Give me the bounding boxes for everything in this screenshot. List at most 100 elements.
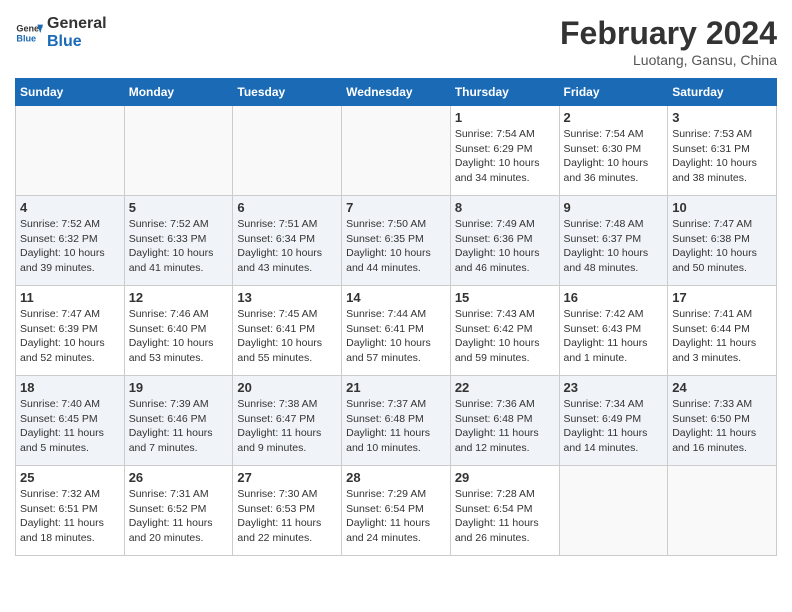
day-number: 15 (455, 290, 555, 305)
day-info: Sunrise: 7:31 AM Sunset: 6:52 PM Dayligh… (129, 487, 229, 546)
day-number: 4 (20, 200, 120, 215)
calendar-table: SundayMondayTuesdayWednesdayThursdayFrid… (15, 78, 777, 556)
calendar-cell: 4 Sunrise: 7:52 AM Sunset: 6:32 PM Daylig… (16, 196, 125, 286)
location: Luotang, Gansu, China (560, 52, 777, 68)
day-info: Sunrise: 7:53 AM Sunset: 6:31 PM Dayligh… (672, 127, 772, 186)
day-header-tuesday: Tuesday (233, 79, 342, 106)
day-header-thursday: Thursday (450, 79, 559, 106)
calendar-cell: 19 Sunrise: 7:39 AM Sunset: 6:46 PM Dayli… (124, 376, 233, 466)
calendar-header-row: SundayMondayTuesdayWednesdayThursdayFrid… (16, 79, 777, 106)
day-number: 28 (346, 470, 446, 485)
day-info: Sunrise: 7:41 AM Sunset: 6:44 PM Dayligh… (672, 307, 772, 366)
day-number: 5 (129, 200, 229, 215)
day-info: Sunrise: 7:46 AM Sunset: 6:40 PM Dayligh… (129, 307, 229, 366)
day-info: Sunrise: 7:51 AM Sunset: 6:34 PM Dayligh… (237, 217, 337, 276)
calendar-cell: 28 Sunrise: 7:29 AM Sunset: 6:54 PM Dayli… (342, 466, 451, 556)
calendar-cell: 2 Sunrise: 7:54 AM Sunset: 6:30 PM Daylig… (559, 106, 668, 196)
logo: General Blue General Blue (15, 15, 107, 50)
day-info: Sunrise: 7:44 AM Sunset: 6:41 PM Dayligh… (346, 307, 446, 366)
day-info: Sunrise: 7:29 AM Sunset: 6:54 PM Dayligh… (346, 487, 446, 546)
day-info: Sunrise: 7:52 AM Sunset: 6:32 PM Dayligh… (20, 217, 120, 276)
day-number: 11 (20, 290, 120, 305)
calendar-cell: 13Sunrise: 7:45 AM Sunset: 6:41 PM Dayli… (233, 286, 342, 376)
day-info: Sunrise: 7:32 AM Sunset: 6:51 PM Dayligh… (20, 487, 120, 546)
day-info: Sunrise: 7:48 AM Sunset: 6:37 PM Dayligh… (564, 217, 664, 276)
day-info: Sunrise: 7:54 AM Sunset: 6:30 PM Dayligh… (564, 127, 664, 186)
day-number: 8 (455, 200, 555, 215)
calendar-cell (124, 106, 233, 196)
calendar-cell: 23 Sunrise: 7:34 AM Sunset: 6:49 PM Dayli… (559, 376, 668, 466)
calendar-cell: 16 Sunrise: 7:42 AM Sunset: 6:43 PM Dayli… (559, 286, 668, 376)
day-number: 27 (237, 470, 337, 485)
calendar-cell (559, 466, 668, 556)
day-header-friday: Friday (559, 79, 668, 106)
page-header: General Blue General Blue February 2024 … (15, 15, 777, 68)
day-info: Sunrise: 7:54 AM Sunset: 6:29 PM Dayligh… (455, 127, 555, 186)
day-info: Sunrise: 7:52 AM Sunset: 6:33 PM Dayligh… (129, 217, 229, 276)
day-number: 22 (455, 380, 555, 395)
day-number: 17 (672, 290, 772, 305)
calendar-cell: 7 Sunrise: 7:50 AM Sunset: 6:35 PM Daylig… (342, 196, 451, 286)
calendar-week-1: 1Sunrise: 7:54 AM Sunset: 6:29 PM Daylig… (16, 106, 777, 196)
calendar-cell: 29Sunrise: 7:28 AM Sunset: 6:54 PM Dayli… (450, 466, 559, 556)
calendar-cell (233, 106, 342, 196)
day-number: 26 (129, 470, 229, 485)
calendar-cell: 20 Sunrise: 7:38 AM Sunset: 6:47 PM Dayli… (233, 376, 342, 466)
day-number: 13 (237, 290, 337, 305)
day-info: Sunrise: 7:40 AM Sunset: 6:45 PM Dayligh… (20, 397, 120, 456)
calendar-cell: 17 Sunrise: 7:41 AM Sunset: 6:44 PM Dayli… (668, 286, 777, 376)
day-number: 10 (672, 200, 772, 215)
calendar-week-3: 11 Sunrise: 7:47 AM Sunset: 6:39 PM Dayli… (16, 286, 777, 376)
day-number: 19 (129, 380, 229, 395)
calendar-cell: 25 Sunrise: 7:32 AM Sunset: 6:51 PM Dayli… (16, 466, 125, 556)
day-number: 9 (564, 200, 664, 215)
day-number: 29 (455, 470, 555, 485)
calendar-cell (16, 106, 125, 196)
logo-blue: Blue (47, 33, 107, 51)
day-number: 24 (672, 380, 772, 395)
logo-icon: General Blue (15, 19, 43, 47)
day-number: 23 (564, 380, 664, 395)
calendar-cell: 26 Sunrise: 7:31 AM Sunset: 6:52 PM Dayli… (124, 466, 233, 556)
day-info: Sunrise: 7:39 AM Sunset: 6:46 PM Dayligh… (129, 397, 229, 456)
calendar-cell: 18 Sunrise: 7:40 AM Sunset: 6:45 PM Dayli… (16, 376, 125, 466)
calendar-cell: 8 Sunrise: 7:49 AM Sunset: 6:36 PM Daylig… (450, 196, 559, 286)
calendar-cell: 3 Sunrise: 7:53 AM Sunset: 6:31 PM Daylig… (668, 106, 777, 196)
title-block: February 2024 Luotang, Gansu, China (560, 15, 777, 68)
calendar-cell: 10 Sunrise: 7:47 AM Sunset: 6:38 PM Dayli… (668, 196, 777, 286)
day-number: 7 (346, 200, 446, 215)
day-info: Sunrise: 7:34 AM Sunset: 6:49 PM Dayligh… (564, 397, 664, 456)
day-number: 14 (346, 290, 446, 305)
calendar-cell: 5 Sunrise: 7:52 AM Sunset: 6:33 PM Daylig… (124, 196, 233, 286)
calendar-week-4: 18 Sunrise: 7:40 AM Sunset: 6:45 PM Dayli… (16, 376, 777, 466)
day-number: 18 (20, 380, 120, 395)
day-number: 25 (20, 470, 120, 485)
calendar-cell: 1Sunrise: 7:54 AM Sunset: 6:29 PM Daylig… (450, 106, 559, 196)
day-info: Sunrise: 7:30 AM Sunset: 6:53 PM Dayligh… (237, 487, 337, 546)
day-number: 3 (672, 110, 772, 125)
calendar-cell: 9 Sunrise: 7:48 AM Sunset: 6:37 PM Daylig… (559, 196, 668, 286)
day-info: Sunrise: 7:33 AM Sunset: 6:50 PM Dayligh… (672, 397, 772, 456)
month-title: February 2024 (560, 15, 777, 52)
calendar-cell: 12 Sunrise: 7:46 AM Sunset: 6:40 PM Dayli… (124, 286, 233, 376)
calendar-cell: 27 Sunrise: 7:30 AM Sunset: 6:53 PM Dayli… (233, 466, 342, 556)
calendar-week-2: 4 Sunrise: 7:52 AM Sunset: 6:32 PM Daylig… (16, 196, 777, 286)
day-info: Sunrise: 7:47 AM Sunset: 6:38 PM Dayligh… (672, 217, 772, 276)
calendar-cell: 6Sunrise: 7:51 AM Sunset: 6:34 PM Daylig… (233, 196, 342, 286)
calendar-cell: 11 Sunrise: 7:47 AM Sunset: 6:39 PM Dayli… (16, 286, 125, 376)
day-info: Sunrise: 7:49 AM Sunset: 6:36 PM Dayligh… (455, 217, 555, 276)
day-header-sunday: Sunday (16, 79, 125, 106)
day-number: 2 (564, 110, 664, 125)
day-number: 12 (129, 290, 229, 305)
day-info: Sunrise: 7:42 AM Sunset: 6:43 PM Dayligh… (564, 307, 664, 366)
day-number: 21 (346, 380, 446, 395)
day-number: 20 (237, 380, 337, 395)
logo-general: General (47, 15, 107, 33)
day-info: Sunrise: 7:47 AM Sunset: 6:39 PM Dayligh… (20, 307, 120, 366)
day-number: 16 (564, 290, 664, 305)
calendar-cell (668, 466, 777, 556)
calendar-cell: 21 Sunrise: 7:37 AM Sunset: 6:48 PM Dayli… (342, 376, 451, 466)
day-info: Sunrise: 7:38 AM Sunset: 6:47 PM Dayligh… (237, 397, 337, 456)
day-info: Sunrise: 7:37 AM Sunset: 6:48 PM Dayligh… (346, 397, 446, 456)
day-info: Sunrise: 7:50 AM Sunset: 6:35 PM Dayligh… (346, 217, 446, 276)
